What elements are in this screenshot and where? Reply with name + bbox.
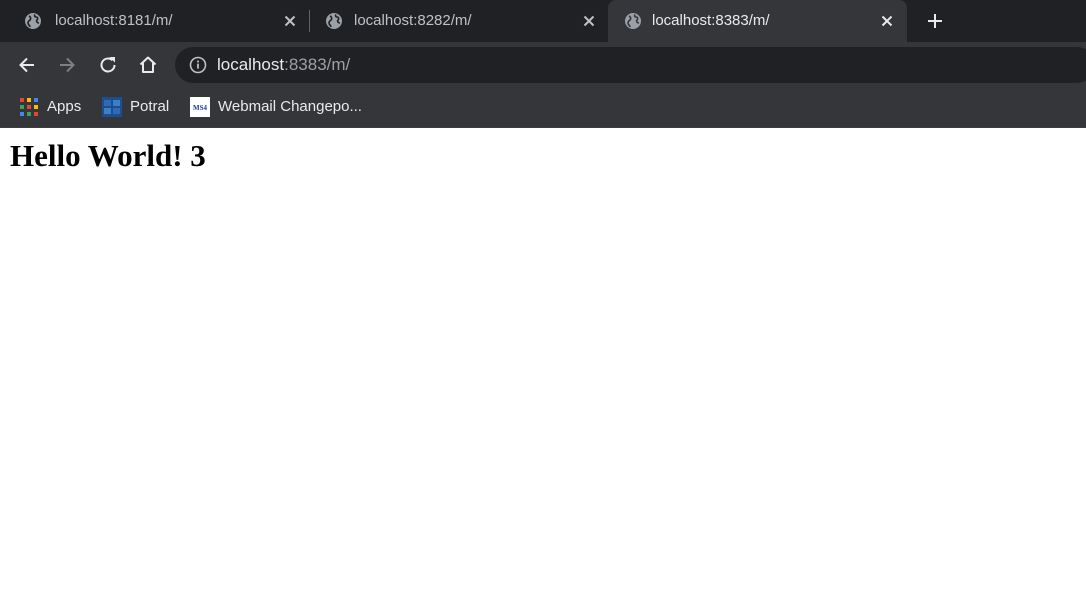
reload-icon[interactable] (97, 54, 119, 76)
url-path: :8383/m/ (284, 55, 351, 74)
url-host: localhost (217, 55, 285, 74)
close-tab-icon[interactable] (283, 14, 297, 28)
tab-title: localhost:8181/m/ (55, 12, 173, 29)
potral-favicon (102, 97, 122, 117)
browser-chrome: localhost:8181/m/ localhost:8282/m/ loca… (0, 0, 1086, 128)
webmail-favicon: MS4 (190, 97, 210, 117)
bookmarks-bar: Apps Potral MS4 Webmail Changepo... (0, 88, 1086, 128)
address-bar[interactable]: localhost:8383/m/ (175, 47, 1086, 83)
svg-text:MS4: MS4 (193, 104, 208, 112)
tab-strip: localhost:8181/m/ localhost:8282/m/ loca… (0, 0, 1086, 42)
info-icon[interactable] (189, 56, 207, 74)
toolbar: localhost:8383/m/ (0, 42, 1086, 88)
tab-localhost-8282[interactable]: localhost:8282/m/ (305, 0, 608, 42)
bookmark-label: Potral (130, 98, 170, 115)
bookmark-label: Apps (47, 98, 82, 115)
tab-title: localhost:8383/m/ (652, 12, 770, 29)
apps-grid-icon (20, 98, 38, 116)
new-tab-plus-icon[interactable] (925, 11, 945, 31)
url-text: localhost:8383/m/ (217, 55, 350, 75)
tab-localhost-8181[interactable]: localhost:8181/m/ (0, 0, 305, 42)
tab-title: localhost:8282/m/ (354, 12, 472, 29)
back-arrow-icon[interactable] (16, 54, 38, 76)
home-icon[interactable] (137, 54, 159, 76)
globe-icon (625, 13, 641, 29)
close-tab-icon[interactable] (582, 14, 596, 28)
tab-localhost-8383[interactable]: localhost:8383/m/ (608, 0, 907, 42)
globe-icon (25, 13, 41, 29)
close-tab-icon[interactable] (880, 14, 894, 28)
forward-arrow-icon[interactable] (56, 54, 78, 76)
page-heading: Hello World! 3 (10, 138, 206, 173)
globe-icon (326, 13, 342, 29)
bookmark-label: Webmail Changepo... (218, 98, 362, 115)
page-content: Hello World! 3 (0, 128, 1086, 590)
